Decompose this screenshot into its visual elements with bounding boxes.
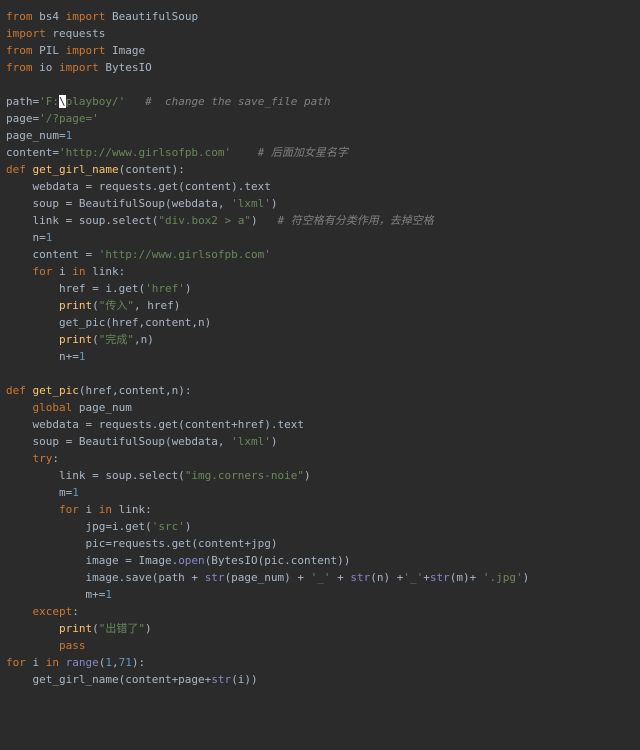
- line-39: for i in range(1,71):: [6, 656, 145, 669]
- line-12: soup = BeautifulSoup(webdata, 'lxml'): [6, 197, 278, 210]
- line-2: import requests: [6, 27, 105, 40]
- line-33: image = Image.open(BytesIO(pic.content)): [6, 554, 350, 567]
- line-9: content='http://www.girlsofpb.com' # 后面加…: [6, 146, 348, 159]
- cursor-caret: \: [59, 95, 66, 108]
- line-10: def get_girl_name(content):: [6, 163, 185, 176]
- line-30: for i in link:: [6, 503, 152, 516]
- line-37: print("出错了"): [6, 622, 152, 635]
- line-8: page_num=1: [6, 129, 72, 142]
- line-29: m=1: [6, 486, 79, 499]
- line-6: path='F:\playboy/' # change the save_fil…: [6, 95, 331, 108]
- line-25: webdata = requests.get(content+href).tex…: [6, 418, 304, 431]
- line-7: page='/?page=': [6, 112, 99, 125]
- line-1: from bs4 import BeautifulSoup: [6, 10, 198, 23]
- line-36: except:: [6, 605, 79, 618]
- line-27: try:: [6, 452, 59, 465]
- line-38: pass: [6, 639, 85, 652]
- line-24: global page_num: [6, 401, 132, 414]
- line-16: for i in link:: [6, 265, 125, 278]
- line-11: webdata = requests.get(content).text: [6, 180, 271, 193]
- line-14: n=1: [6, 231, 52, 244]
- line-32: pic=requests.get(content+jpg): [6, 537, 278, 550]
- line-3: from PIL import Image: [6, 44, 145, 57]
- line-23: def get_pic(href,content,n):: [6, 384, 191, 397]
- code-editor[interactable]: from bs4 import BeautifulSoup import req…: [0, 0, 640, 696]
- line-40: get_girl_name(content+page+str(i)): [6, 673, 258, 686]
- line-4: from io import BytesIO: [6, 61, 152, 74]
- line-31: jpg=i.get('src'): [6, 520, 191, 533]
- line-35: m+=1: [6, 588, 112, 601]
- line-20: print("完成",n): [6, 333, 154, 346]
- line-19: get_pic(href,content,n): [6, 316, 211, 329]
- line-28: link = soup.select("img.corners-noie"): [6, 469, 311, 482]
- line-15: content = 'http://www.girlsofpb.com': [6, 248, 271, 261]
- line-21: n+=1: [6, 350, 85, 363]
- line-17: href = i.get('href'): [6, 282, 191, 295]
- line-34: image.save(path + str(page_num) + '_' + …: [6, 571, 529, 584]
- line-18: print("传入", href): [6, 299, 180, 312]
- line-13: link = soup.select("div.box2 > a") # 符空格…: [6, 214, 434, 227]
- line-26: soup = BeautifulSoup(webdata, 'lxml'): [6, 435, 278, 448]
